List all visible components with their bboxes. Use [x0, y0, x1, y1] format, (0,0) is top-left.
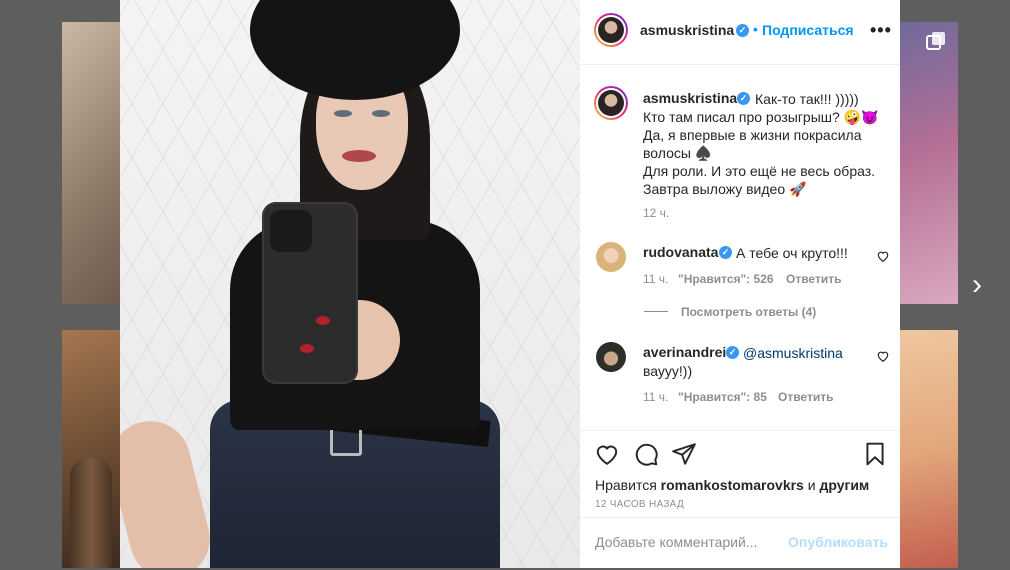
bookmark-icon[interactable]: [862, 441, 888, 467]
photo-nail: [300, 344, 314, 353]
next-arrow-icon[interactable]: ›: [966, 270, 988, 300]
caption-first-line: Как-то так!!! ))))): [755, 91, 859, 107]
background-thumbnail-left-top: [62, 22, 120, 304]
caption-time: 12 ч.: [643, 206, 670, 220]
likes-and: и: [807, 477, 816, 493]
likes-user-link[interactable]: romankostomarovkrs: [661, 477, 804, 493]
avatar-image: [598, 90, 624, 116]
background-thumbnail-left-bottom: [62, 330, 120, 568]
verified-icon: ✓: [719, 246, 732, 259]
header-username[interactable]: asmuskristina: [640, 22, 734, 38]
likes-summary: Нравится romankostomarovkrs и другим: [595, 477, 869, 493]
comment-avatar[interactable]: [596, 342, 626, 372]
post-header: asmuskristina ✓ • Подписаться •••: [580, 0, 900, 65]
comment-text: вауyy!)): [643, 363, 693, 379]
caption-avatar[interactable]: [594, 86, 628, 120]
photo-hat: [250, 0, 460, 100]
photo-lips: [342, 150, 376, 162]
background-thumbnail-right-bottom: [900, 330, 958, 568]
comment-time: 11 ч.: [643, 390, 669, 404]
comment-time: 11 ч.: [643, 272, 669, 286]
comment-likes-count[interactable]: "Нравится": 526: [678, 272, 774, 286]
heart-icon[interactable]: [594, 441, 620, 467]
verified-icon: ✓: [736, 24, 749, 37]
comment-form: Опубликовать: [580, 517, 900, 570]
photo-phone-camera: [270, 210, 312, 252]
photo-eye-right: [372, 110, 390, 117]
comment-username[interactable]: rudovanata: [643, 244, 718, 260]
post-actions: Нравится romankostomarovkrs и другим 12 …: [580, 430, 900, 569]
likes-others-link[interactable]: другим: [819, 477, 869, 493]
post-time-ago: 12 ЧАСОВ НАЗАД: [595, 499, 685, 510]
comment-username[interactable]: averinandrei: [643, 344, 726, 360]
author-avatar[interactable]: [594, 13, 628, 47]
photo-phone: [262, 202, 358, 384]
comment-text: А тебе оч круто!!!: [736, 245, 848, 261]
photo-eye-left: [334, 110, 352, 117]
caption-text: Кто там писал про розыгрыш? 🤪😈 Да, я впе…: [643, 109, 879, 197]
replies-divider: [644, 311, 668, 312]
comment-reply-button[interactable]: Ответить: [786, 272, 841, 286]
comment-like-icon[interactable]: [876, 349, 890, 363]
publish-button[interactable]: Опубликовать: [788, 534, 888, 550]
avatar-frame: [596, 88, 626, 118]
comment-likes-count[interactable]: "Нравится": 85: [678, 390, 767, 404]
verified-icon: ✓: [737, 92, 750, 105]
share-icon[interactable]: [671, 441, 697, 467]
avatar-image: [598, 17, 624, 43]
caption-username[interactable]: asmuskristina: [643, 90, 737, 106]
avatar-frame: [596, 15, 626, 45]
carousel-icon: [926, 32, 945, 50]
comment-input[interactable]: [595, 534, 785, 550]
stool-shape: [70, 458, 112, 568]
verified-icon: ✓: [726, 346, 739, 359]
background-thumbnail-right-top: [900, 22, 958, 304]
comment-icon[interactable]: [633, 441, 659, 467]
view-replies-button[interactable]: Посмотреть ответы (4): [681, 305, 816, 319]
comment-like-icon[interactable]: [876, 249, 890, 263]
likes-prefix: Нравится: [595, 477, 657, 493]
more-options-icon[interactable]: •••: [870, 20, 892, 41]
comment-reply-button[interactable]: Ответить: [778, 390, 833, 404]
photo-nail: [316, 316, 330, 325]
comment-avatar[interactable]: [596, 242, 626, 272]
photo-arm: [120, 412, 219, 568]
comment-mention[interactable]: @asmuskristina: [743, 344, 843, 362]
post-photo: [120, 0, 580, 568]
follow-button[interactable]: Подписаться: [762, 22, 854, 38]
post-side-panel: asmuskristina ✓ • Подписаться ••• asmusk…: [580, 0, 900, 568]
header-separator-dot: •: [753, 21, 758, 37]
